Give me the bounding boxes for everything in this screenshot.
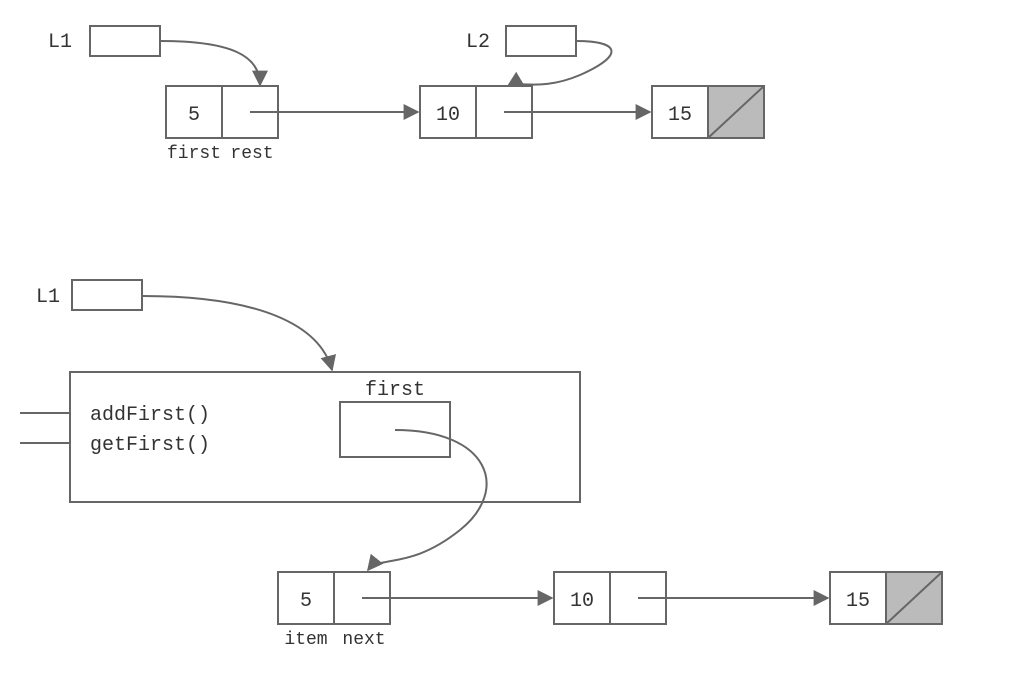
top-node1-first-label: first — [167, 144, 221, 164]
bottom-l1-label: L1 — [36, 286, 60, 309]
diagram: L1 5 first rest L2 10 15 L1 addFirst() g… — [0, 0, 1031, 677]
bottom-node2-val: 10 — [570, 590, 594, 613]
top-diagram: L1 5 first rest L2 10 15 — [48, 26, 764, 164]
bottom-l1-box — [72, 280, 142, 310]
top-node2-val: 10 — [436, 104, 460, 127]
top-node3-val: 15 — [668, 104, 692, 127]
bottom-node1-next-label: next — [342, 630, 385, 650]
method-addfirst: addFirst() — [90, 404, 210, 427]
top-node1-val: 5 — [188, 104, 200, 127]
bottom-node3-val: 15 — [846, 590, 870, 613]
top-l2-box — [506, 26, 576, 56]
bottom-node1-item-label: item — [284, 630, 327, 650]
method-getfirst: getFirst() — [90, 434, 210, 457]
top-l2-label: L2 — [466, 31, 490, 54]
arrow-l1-listobj — [142, 296, 332, 370]
top-l1-box — [90, 26, 160, 56]
top-node1-rest-label: rest — [230, 144, 273, 164]
bottom-diagram: L1 addFirst() getFirst() first 5 item ne… — [20, 280, 942, 650]
first-field-label: first — [365, 379, 425, 402]
top-l1-label: L1 — [48, 31, 72, 54]
arrow-l1-node1 — [160, 41, 260, 85]
bottom-node1-val: 5 — [300, 590, 312, 613]
